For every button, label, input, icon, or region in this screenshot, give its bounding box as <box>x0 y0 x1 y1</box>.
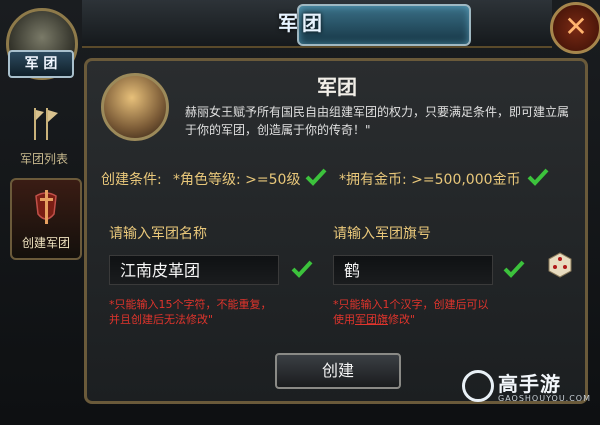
guild-flag-input[interactable]: 鹤 <box>333 255 493 285</box>
create-button[interactable]: 创建 <box>275 353 401 389</box>
guild-name-hint: *只能输入15个字符，不能重复， 并且创建后无法修改" <box>109 297 272 327</box>
close-icon: ✕ <box>564 10 588 43</box>
hint-line: *只能输入15个字符，不能重复， <box>109 298 272 311</box>
condition-level: *角色等级: >=50级 <box>173 172 301 188</box>
check-icon <box>305 167 327 187</box>
watermark-url: GAOSHOUYOU.COM <box>498 394 592 403</box>
guild-flag-link[interactable]: 军团旗 <box>355 313 388 326</box>
sidebar-item-label: 军团列表 <box>19 152 68 166</box>
hint-line: 使用军团旗修改" <box>333 312 489 327</box>
sword-shield-icon <box>35 190 57 224</box>
conditions-label: 创建条件: <box>101 172 162 188</box>
random-dice-button[interactable] <box>545 249 575 279</box>
brand-logo-icon <box>462 370 494 402</box>
watermark-brand: 高手游 <box>498 372 561 396</box>
guild-emblem: 军 团 <box>2 2 78 82</box>
hint-text: 使用 <box>333 313 355 326</box>
panel-description: 赫丽女王赋予所有国民自由组建军团的权力，只要满足条件，即可建立属于你的军团，创造… <box>185 105 570 137</box>
check-icon <box>291 259 313 279</box>
guild-flag-label: 请输入军团旗号 <box>333 226 431 242</box>
watermark: 高手游 GAOSHOUYOU.COM <box>462 368 592 408</box>
sidebar-item-create-guild[interactable]: 创建军团 <box>10 178 82 260</box>
guild-flag-hint: *只能输入1个汉字，创建后可以 使用军团旗修改" <box>333 297 489 327</box>
game-window: 军团 军 团 ✕ 军团列表 创建军团 军团 赫丽女王赋予所有国民自由组建军团的权… <box>0 0 600 425</box>
check-icon <box>527 167 549 187</box>
hint-line: 并且创建后无法修改" <box>109 313 214 326</box>
create-guild-panel: 军团 赫丽女王赋予所有国民自由组建军团的权力，只要满足条件，即可建立属于你的军团… <box>84 58 588 404</box>
window-title: 军团 <box>278 11 326 35</box>
panel-title: 军团 <box>317 75 357 99</box>
queen-portrait-icon <box>101 73 169 141</box>
check-icon <box>503 259 525 279</box>
guild-name-label: 请输入军团名称 <box>109 226 207 242</box>
flags-icon <box>34 108 58 140</box>
sidebar-item-label: 创建军团 <box>21 236 70 250</box>
emblem-label: 军 团 <box>8 50 74 78</box>
hint-text: 修改" <box>388 313 416 326</box>
hint-line: *只能输入1个汉字，创建后可以 <box>333 298 489 311</box>
condition-gold: *拥有金币: >=500,000金币 <box>339 172 521 188</box>
close-button[interactable]: ✕ <box>550 2 600 54</box>
guild-name-input[interactable]: 江南皮革团 <box>109 255 279 285</box>
sidebar: 军团列表 创建军团 <box>6 96 82 276</box>
sidebar-item-guild-list[interactable]: 军团列表 <box>10 96 78 174</box>
